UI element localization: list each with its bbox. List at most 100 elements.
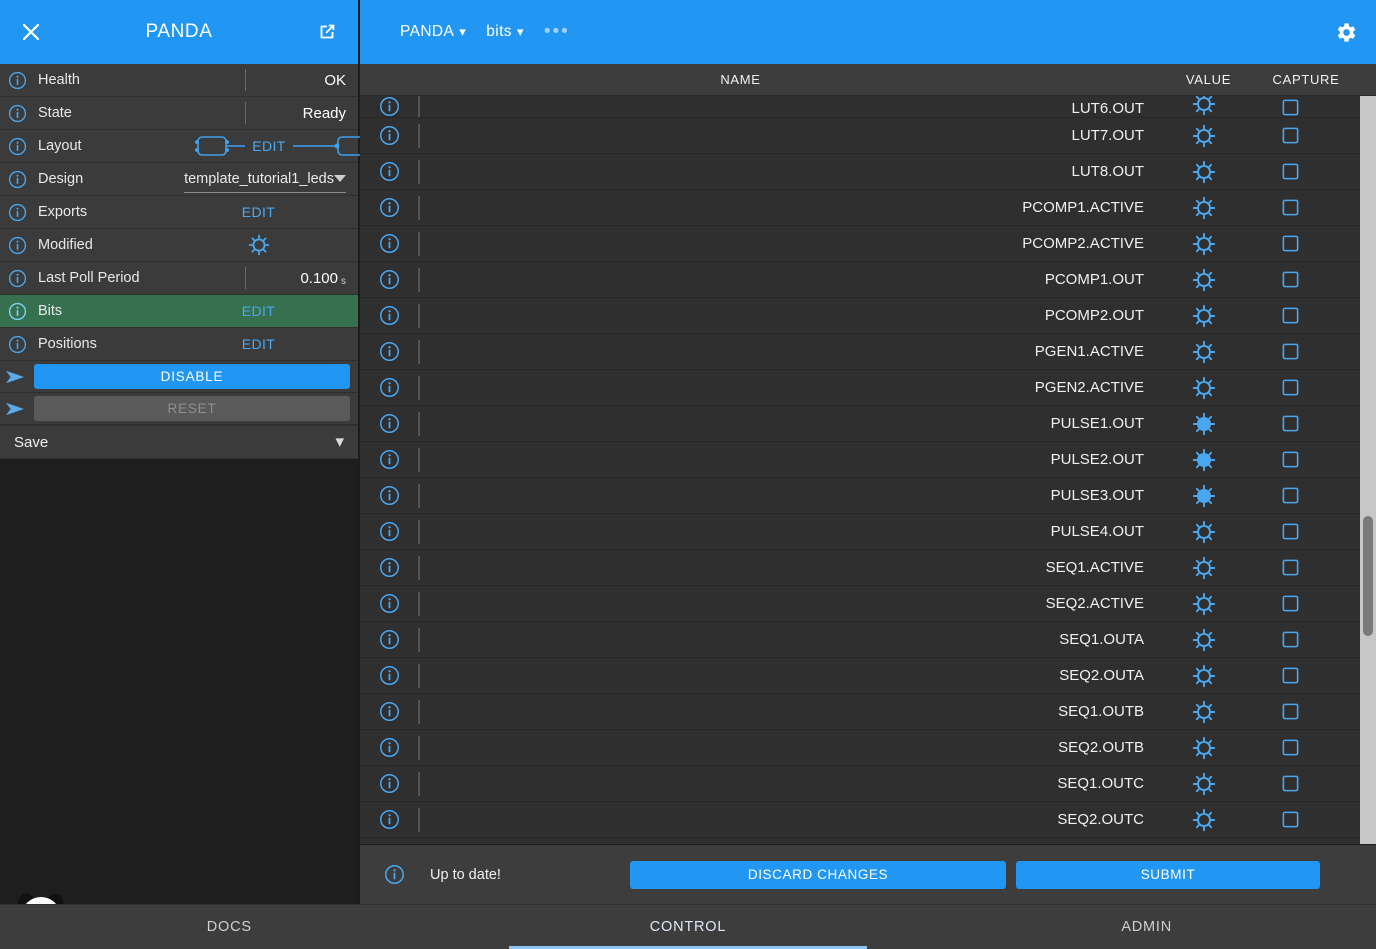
table-row[interactable]: PGEN1.ACTIVE (360, 334, 1360, 370)
sidebar-body: Health OK State Ready Layout (0, 64, 358, 459)
exports-edit-link[interactable]: EDIT (171, 204, 346, 220)
row-info-icon[interactable] (360, 629, 418, 650)
table-row[interactable]: SEQ1.OUTC (360, 766, 1360, 802)
capture-checkbox[interactable] (1240, 810, 1340, 829)
bits-edit-link[interactable]: EDIT (171, 303, 346, 319)
table-row[interactable]: PCOMP1.ACTIVE (360, 190, 1360, 226)
capture-checkbox[interactable] (1240, 486, 1340, 505)
capture-checkbox[interactable] (1240, 450, 1340, 469)
chevron-down-icon[interactable]: ▾ (335, 432, 344, 452)
layout-edit-link[interactable]: EDIT (245, 138, 293, 154)
close-icon[interactable] (14, 15, 48, 49)
sidebar-row-modified[interactable]: Modified (0, 229, 358, 262)
row-info-icon[interactable] (360, 305, 418, 326)
capture-checkbox[interactable] (1240, 234, 1340, 253)
tab-control-label: CONTROL (650, 919, 727, 935)
tab-docs[interactable]: DOCS (0, 905, 459, 949)
capture-checkbox[interactable] (1240, 306, 1340, 325)
led-off-icon (1168, 339, 1240, 365)
row-info-icon[interactable] (360, 773, 418, 794)
table-row[interactable]: SEQ2.OUTB (360, 730, 1360, 766)
sidebar-row-state[interactable]: State Ready (0, 97, 358, 130)
sidebar-row-design[interactable]: Design template_tutorial1_leds (0, 163, 358, 196)
capture-checkbox[interactable] (1240, 162, 1340, 181)
sidebar-row-positions[interactable]: Positions EDIT (0, 328, 358, 361)
capture-checkbox[interactable] (1240, 738, 1340, 757)
table-scrollbar[interactable] (1360, 96, 1376, 844)
disable-button[interactable]: DISABLE (34, 364, 350, 389)
table-row[interactable]: SEQ2.OUTC (360, 802, 1360, 838)
row-info-icon[interactable] (360, 737, 418, 758)
capture-checkbox[interactable] (1240, 594, 1340, 613)
table-row[interactable]: PULSE4.OUT (360, 514, 1360, 550)
row-info-icon[interactable] (360, 449, 418, 470)
divider (245, 102, 246, 124)
table-row[interactable]: LUT8.OUT (360, 154, 1360, 190)
table-row[interactable]: SEQ2.ACTIVE (360, 586, 1360, 622)
table-row[interactable]: SEQ1.OUTA (360, 622, 1360, 658)
row-info-icon[interactable] (360, 809, 418, 830)
capture-checkbox[interactable] (1240, 630, 1340, 649)
table-row[interactable]: SEQ1.ACTIVE (360, 550, 1360, 586)
sidebar-row-layout[interactable]: Layout EDIT (0, 130, 358, 163)
row-info-icon[interactable] (360, 521, 418, 542)
row-info-icon[interactable] (360, 377, 418, 398)
table-row[interactable]: SEQ1.OUTB (360, 694, 1360, 730)
table-row[interactable]: SEQ2.OUTA (360, 658, 1360, 694)
reset-button[interactable]: RESET (34, 396, 350, 421)
capture-checkbox[interactable] (1240, 774, 1340, 793)
table-row[interactable]: LUT7.OUT (360, 118, 1360, 154)
table-row[interactable]: PULSE3.OUT (360, 478, 1360, 514)
row-name: SEQ1.OUTC (420, 775, 1168, 792)
capture-checkbox[interactable] (1240, 702, 1340, 721)
design-select[interactable]: template_tutorial1_leds (184, 166, 346, 193)
breadcrumb-panda[interactable]: PANDA ▾ (400, 23, 466, 41)
table-row[interactable]: PCOMP2.OUT (360, 298, 1360, 334)
row-info-icon[interactable] (360, 96, 418, 117)
breadcrumb-overflow-icon[interactable]: ••• (544, 27, 570, 37)
capture-checkbox[interactable] (1240, 558, 1340, 577)
submit-button[interactable]: SUBMIT (1016, 861, 1320, 889)
positions-edit-link[interactable]: EDIT (171, 336, 346, 352)
row-info-icon[interactable] (360, 665, 418, 686)
scrollbar-thumb[interactable] (1363, 516, 1373, 636)
sidebar-row-last-poll-period[interactable]: Last Poll Period 0.100 s (0, 262, 358, 295)
capture-checkbox[interactable] (1240, 98, 1340, 117)
table-row[interactable]: PCOMP1.OUT (360, 262, 1360, 298)
gear-icon[interactable] (1328, 15, 1362, 49)
capture-checkbox[interactable] (1240, 666, 1340, 685)
capture-checkbox[interactable] (1240, 342, 1340, 361)
table-row[interactable]: PCOMP2.ACTIVE (360, 226, 1360, 262)
breadcrumb-bits[interactable]: bits ▾ (486, 23, 524, 41)
sidebar-row-bits[interactable]: Bits EDIT (0, 295, 358, 328)
capture-checkbox[interactable] (1240, 414, 1340, 433)
tab-admin[interactable]: ADMIN (917, 905, 1376, 949)
capture-checkbox[interactable] (1240, 378, 1340, 397)
row-info-icon[interactable] (360, 125, 418, 146)
row-info-icon[interactable] (360, 593, 418, 614)
row-info-icon[interactable] (360, 557, 418, 578)
open-in-new-icon[interactable] (310, 15, 344, 49)
table-row[interactable]: LUT6.OUT (360, 96, 1360, 118)
table-row[interactable]: PULSE2.OUT (360, 442, 1360, 478)
row-info-icon[interactable] (360, 413, 418, 434)
table-row[interactable]: PGEN2.ACTIVE (360, 370, 1360, 406)
capture-checkbox[interactable] (1240, 126, 1340, 145)
row-info-icon[interactable] (360, 269, 418, 290)
row-info-icon[interactable] (360, 701, 418, 722)
row-info-icon[interactable] (360, 485, 418, 506)
discard-changes-button[interactable]: DISCARD CHANGES (630, 861, 1006, 889)
table-row[interactable]: PULSE1.OUT (360, 406, 1360, 442)
sidebar-row-health[interactable]: Health OK (0, 64, 358, 97)
row-info-icon[interactable] (360, 341, 418, 362)
capture-checkbox[interactable] (1240, 270, 1340, 289)
row-info-icon[interactable] (360, 197, 418, 218)
capture-checkbox[interactable] (1240, 522, 1340, 541)
save-section-header[interactable]: Save ▾ (0, 425, 358, 459)
capture-checkbox[interactable] (1240, 198, 1340, 217)
row-info-icon[interactable] (360, 161, 418, 182)
tab-control[interactable]: CONTROL (459, 905, 918, 949)
sidebar-row-exports[interactable]: Exports EDIT (0, 196, 358, 229)
row-info-icon[interactable] (360, 233, 418, 254)
layout-diagram-icon[interactable]: EDIT (192, 130, 346, 163)
